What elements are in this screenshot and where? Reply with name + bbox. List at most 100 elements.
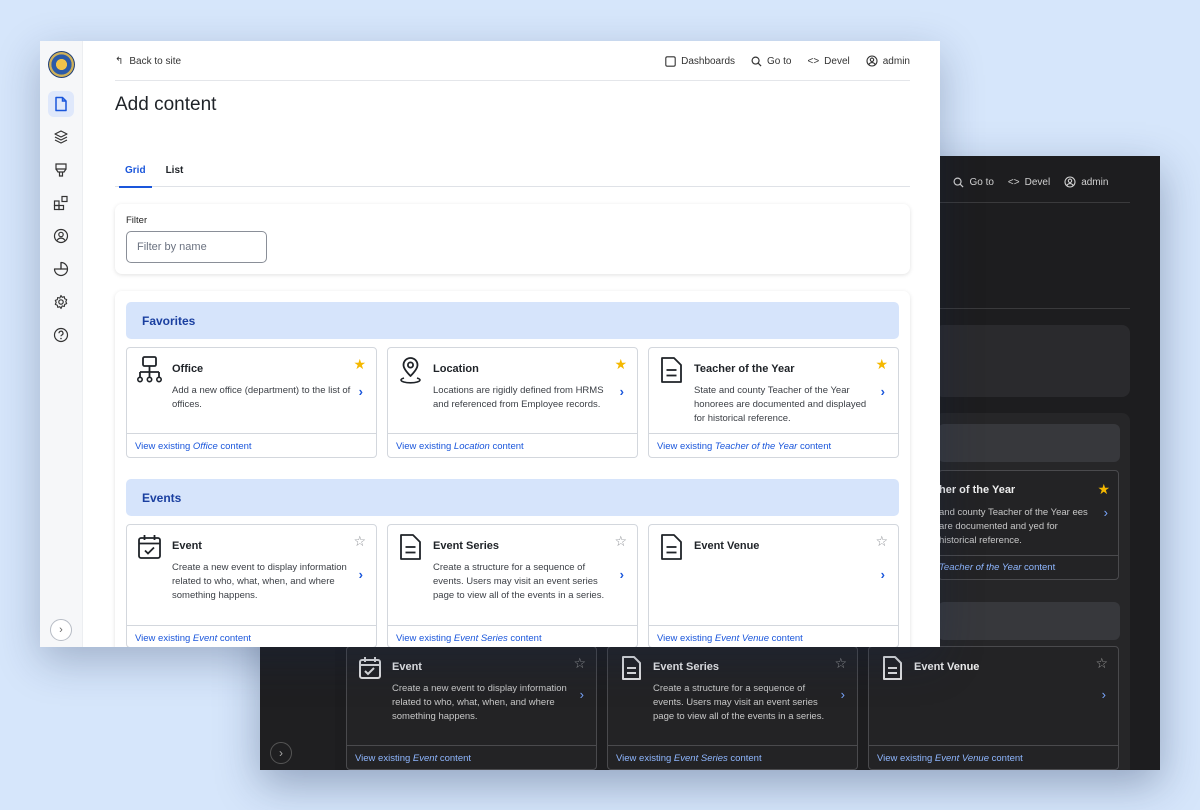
sidebar-item-content[interactable] bbox=[48, 91, 74, 117]
view-existing-event-venue-link[interactable]: View existing Event Venue content bbox=[649, 625, 898, 647]
dark-view-existing-link[interactable]: View existing Event Venue content bbox=[869, 745, 1118, 769]
pie-chart-icon bbox=[53, 261, 69, 277]
card-title: Event Series bbox=[433, 540, 500, 552]
chevron-right-icon[interactable]: › bbox=[1102, 687, 1106, 702]
chevron-right-icon[interactable]: › bbox=[580, 687, 584, 702]
sidebar-item-reports[interactable] bbox=[48, 256, 74, 282]
chevron-right-icon[interactable]: › bbox=[359, 384, 363, 399]
card-description: Add a new office (department) to the lis… bbox=[172, 385, 351, 410]
chevron-right-icon[interactable]: › bbox=[620, 567, 624, 582]
star-outline-icon[interactable]: ☆ bbox=[353, 533, 366, 550]
star-filled-icon[interactable]: ★ bbox=[1097, 481, 1110, 498]
document-icon bbox=[661, 357, 682, 383]
dark-view-existing-link[interactable]: Teacher of the Year content bbox=[939, 555, 1118, 579]
dark-card-teacher-of-the-year[interactable]: her of the Year and county Teacher of th… bbox=[938, 470, 1119, 580]
tab-list[interactable]: List bbox=[156, 163, 194, 187]
sidebar-item-appearance[interactable] bbox=[48, 157, 74, 183]
dark-filter-panel bbox=[935, 325, 1130, 397]
page-title: Add content bbox=[115, 94, 217, 115]
search-icon bbox=[953, 177, 964, 188]
dashboards-link[interactable]: Dashboards bbox=[665, 56, 735, 67]
dark-favorites-band bbox=[938, 424, 1120, 462]
tab-grid[interactable]: Grid bbox=[115, 163, 156, 188]
card-description: Create a new event to display informatio… bbox=[172, 562, 347, 601]
document-icon bbox=[400, 534, 421, 560]
card-location[interactable]: Location Locations are rigidly defined f… bbox=[387, 347, 638, 458]
sidebar-item-people[interactable] bbox=[48, 223, 74, 249]
dark-devel-link[interactable]: <> Devel bbox=[1008, 177, 1050, 188]
goto-link[interactable]: Go to bbox=[751, 56, 791, 67]
dark-goto-link[interactable]: Go to bbox=[953, 177, 994, 188]
blocks-icon bbox=[53, 195, 68, 211]
back-arrow-icon: ↰ bbox=[115, 56, 124, 67]
code-icon: <> bbox=[1007, 176, 1020, 188]
search-icon bbox=[751, 56, 762, 67]
filter-by-name-input[interactable] bbox=[126, 231, 267, 263]
filter-label: Filter bbox=[126, 215, 148, 226]
dark-view-existing-link[interactable]: View existing Event content bbox=[347, 745, 596, 769]
card-description: State and county Teacher of the Year hon… bbox=[694, 385, 867, 424]
chevron-right-icon[interactable]: › bbox=[359, 567, 363, 582]
layers-icon bbox=[54, 130, 68, 144]
chevron-right-icon[interactable]: › bbox=[1104, 505, 1108, 520]
sidebar-expand-icon[interactable]: › bbox=[50, 619, 72, 641]
view-existing-event-series-link[interactable]: View existing Event Series content bbox=[388, 625, 637, 647]
events-heading: Events bbox=[126, 479, 899, 516]
favorites-heading: Favorites bbox=[126, 302, 899, 339]
view-existing-event-link[interactable]: View existing Event content bbox=[127, 625, 376, 647]
star-outline-icon[interactable]: ☆ bbox=[1095, 655, 1108, 672]
star-outline-icon[interactable]: ☆ bbox=[875, 533, 888, 550]
admin-user-link[interactable]: admin bbox=[866, 55, 910, 67]
card-title: Location bbox=[433, 363, 479, 375]
devel-link[interactable]: <> Devel bbox=[807, 56, 849, 67]
back-to-site-link[interactable]: ↰ Back to site bbox=[115, 56, 181, 67]
document-icon bbox=[883, 656, 902, 680]
chevron-right-icon[interactable]: › bbox=[881, 567, 885, 582]
sidebar-item-extend[interactable] bbox=[48, 190, 74, 216]
card-event[interactable]: Event Create a new event to display info… bbox=[126, 524, 377, 647]
view-existing-office-link[interactable]: View existing Office content bbox=[127, 433, 376, 459]
chevron-right-icon[interactable]: › bbox=[620, 384, 624, 399]
light-theme-window: › ↰ Back to site Dashboards Go to <> Dev… bbox=[40, 41, 940, 647]
square-icon bbox=[665, 55, 676, 67]
main-content: ↰ Back to site Dashboards Go to <> Devel… bbox=[83, 41, 940, 647]
sidebar-item-help[interactable] bbox=[48, 322, 74, 348]
star-outline-icon[interactable]: ☆ bbox=[573, 655, 586, 672]
chevron-right-icon[interactable]: › bbox=[881, 384, 885, 399]
dark-divider bbox=[935, 202, 1130, 203]
dark-sidebar-expand-icon[interactable]: › bbox=[270, 742, 292, 764]
calendar-check-icon bbox=[359, 657, 381, 679]
view-tabs: Grid List bbox=[115, 163, 910, 188]
view-existing-location-link[interactable]: View existing Location content bbox=[388, 433, 637, 459]
card-teacher-of-the-year[interactable]: Teacher of the Year State and county Tea… bbox=[648, 347, 899, 458]
card-event-venue[interactable]: Event Venue ☆ › View existing Event Venu… bbox=[648, 524, 899, 647]
help-icon bbox=[53, 327, 69, 343]
user-circle-icon bbox=[1064, 176, 1076, 188]
sidebar-item-structure[interactable] bbox=[48, 124, 74, 150]
star-filled-icon[interactable]: ★ bbox=[353, 356, 366, 373]
topbar: Dashboards Go to <> Devel admin bbox=[665, 55, 910, 67]
star-filled-icon[interactable]: ★ bbox=[875, 356, 888, 373]
dark-view-existing-link[interactable]: View existing Event Series content bbox=[608, 745, 857, 769]
chevron-right-icon[interactable]: › bbox=[841, 687, 845, 702]
card-description: Create a structure for a sequence of eve… bbox=[433, 562, 605, 601]
dark-card-event[interactable]: Event Create a new event to display info… bbox=[346, 646, 597, 770]
user-circle-icon bbox=[866, 55, 878, 67]
sidebar-item-configuration[interactable] bbox=[48, 289, 74, 315]
filter-panel: Filter bbox=[115, 204, 910, 274]
card-office[interactable]: Office Add a new office (department) to … bbox=[126, 347, 377, 458]
card-title: Teacher of the Year bbox=[694, 363, 795, 375]
document-icon bbox=[622, 656, 641, 680]
site-logo-seal[interactable] bbox=[48, 51, 75, 78]
card-description: Locations are rigidly defined from HRMS … bbox=[433, 385, 604, 410]
card-event-series[interactable]: Event Series Create a structure for a se… bbox=[387, 524, 638, 647]
dark-admin-link[interactable]: admin bbox=[1064, 176, 1108, 188]
star-outline-icon[interactable]: ☆ bbox=[834, 655, 847, 672]
events-cards: Event Create a new event to display info… bbox=[126, 524, 899, 647]
star-filled-icon[interactable]: ★ bbox=[614, 356, 627, 373]
dark-card-event-venue[interactable]: Event Venue ☆ › View existing Event Venu… bbox=[868, 646, 1119, 770]
dark-tabs-divider bbox=[935, 308, 1130, 309]
view-existing-teacher-link[interactable]: View existing Teacher of the Year conten… bbox=[649, 433, 898, 459]
dark-card-event-series[interactable]: Event Series Create a structure for a se… bbox=[607, 646, 858, 770]
star-outline-icon[interactable]: ☆ bbox=[614, 533, 627, 550]
